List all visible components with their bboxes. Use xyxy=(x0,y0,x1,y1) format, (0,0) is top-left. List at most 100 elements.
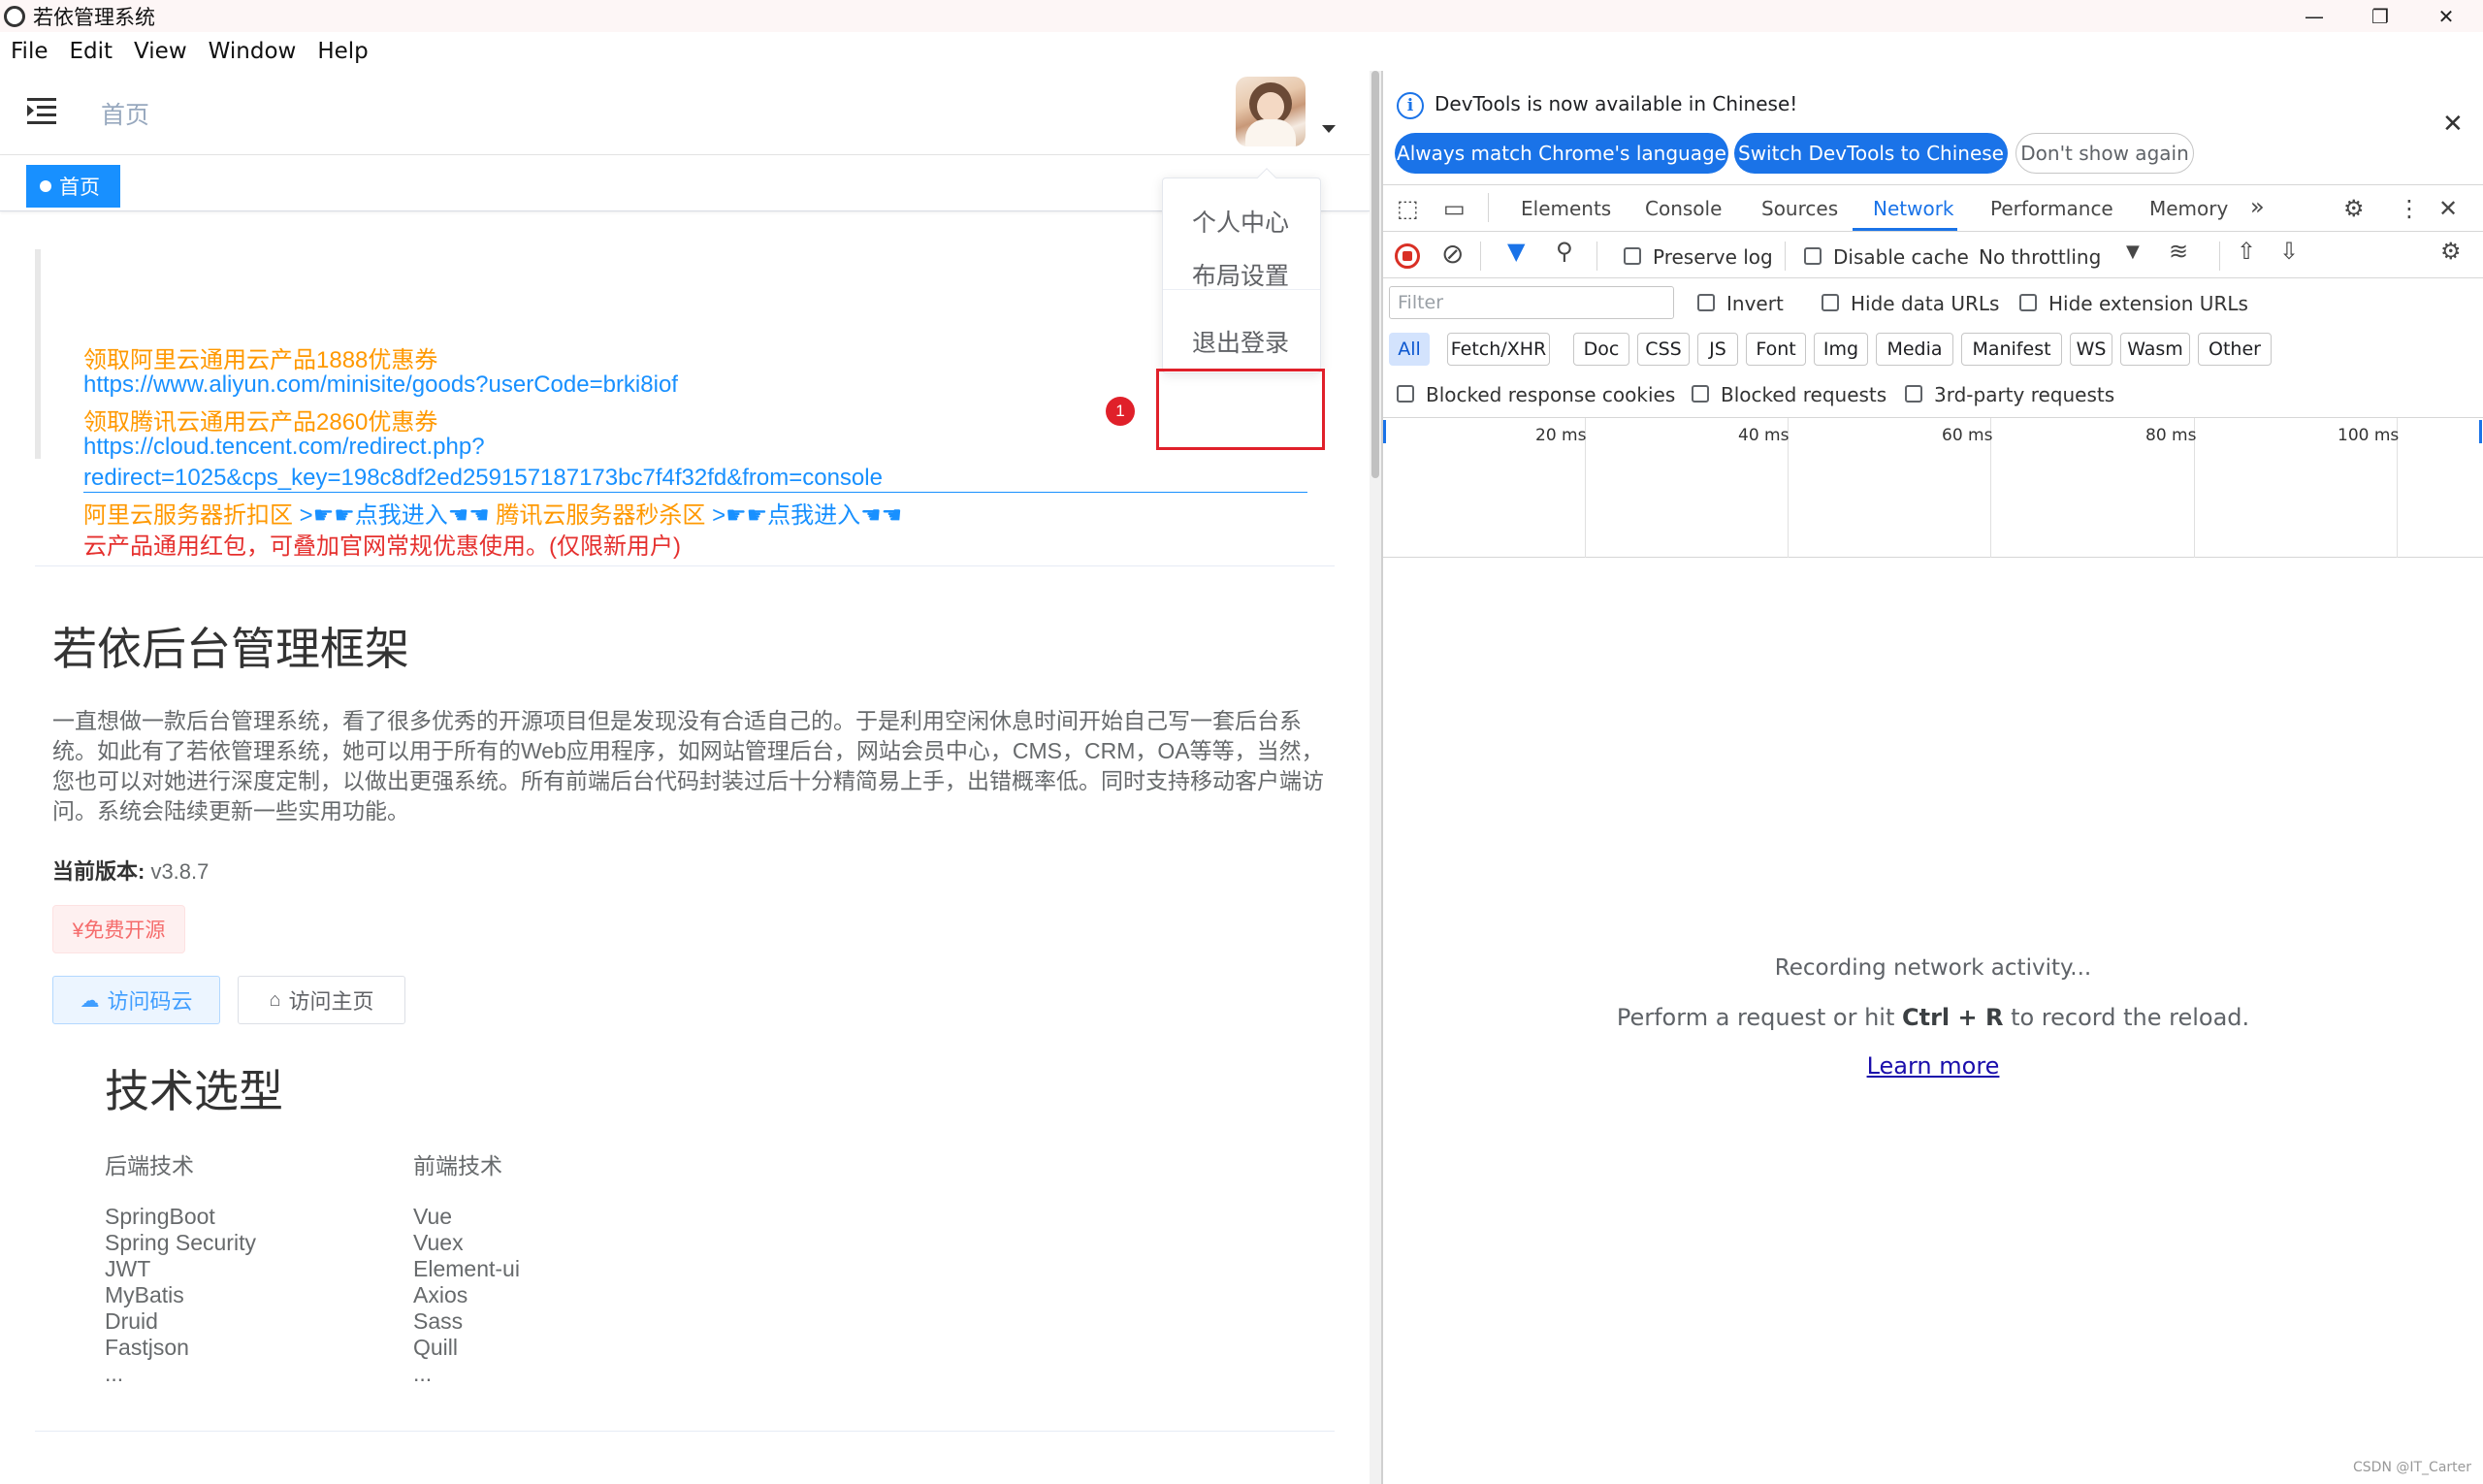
disable-cache-checkbox[interactable] xyxy=(1804,247,1822,265)
infobar-message: DevTools is now available in Chinese! xyxy=(1435,92,1798,115)
logout-highlight-box xyxy=(1156,369,1325,450)
visit-homepage-button[interactable]: ⌂ 访问主页 xyxy=(238,976,405,1024)
devtools-panel: i DevTools is now available in Chinese! … xyxy=(1383,71,2483,1484)
blocked-filter-row: Blocked response cookies Blocked request… xyxy=(1383,371,2483,418)
tab-console[interactable]: Console xyxy=(1645,197,1722,220)
notice-server-row: 阿里云服务器折扣区 >☛☛点我进入☚☚ 腾讯云服务器秒杀区 >☛☛点我进入☚☚ xyxy=(83,496,902,530)
learn-more-link[interactable]: Learn more xyxy=(1383,1052,2483,1080)
filter-row: Filter Invert Hide data URLs Hide extens… xyxy=(1383,278,2483,325)
type-manifest[interactable]: Manifest xyxy=(1961,333,2062,366)
minimize-button[interactable]: — xyxy=(2281,0,2347,32)
notice-aliyun-link[interactable]: https://www.aliyun.com/minisite/goods?us… xyxy=(83,371,678,399)
tag-home[interactable]: 首页 xyxy=(26,165,120,208)
user-dropdown-menu: 个人中心 布局设置 退出登录 xyxy=(1162,168,1321,373)
filter-input[interactable]: Filter xyxy=(1389,286,1674,319)
type-doc[interactable]: Doc xyxy=(1573,333,1629,366)
infobar-close-icon[interactable]: ✕ xyxy=(2442,110,2464,139)
type-css[interactable]: CSS xyxy=(1637,333,1690,366)
breadcrumb[interactable]: 首页 xyxy=(101,96,149,131)
tab-memory[interactable]: Memory xyxy=(2149,197,2228,220)
blocked-cookies-checkbox[interactable] xyxy=(1397,385,1414,403)
sidebar-toggle-icon[interactable] xyxy=(27,98,56,125)
more-tabs-icon[interactable]: » xyxy=(2250,193,2265,220)
tab-elements[interactable]: Elements xyxy=(1521,197,1611,220)
type-js[interactable]: JS xyxy=(1697,333,1738,366)
tick-label: 80 ms xyxy=(2145,426,2197,445)
always-match-language-button[interactable]: Always match Chrome's language xyxy=(1395,133,1728,174)
type-font[interactable]: Font xyxy=(1746,333,1806,366)
type-all[interactable]: All xyxy=(1389,333,1430,366)
network-settings-gear-icon[interactable]: ⚙ xyxy=(2440,238,2462,265)
search-icon[interactable]: ⚲ xyxy=(1556,238,1573,265)
tab-network[interactable]: Network xyxy=(1873,197,1954,220)
list-item: Sass xyxy=(413,1308,464,1334)
hide-extension-urls-checkbox[interactable] xyxy=(2019,294,2037,311)
devtools-tab-bar: ⬚ ▭ Elements Console Sources Network Per… xyxy=(1383,185,2483,232)
tencent-server-link[interactable]: >☛☛点我进入☚☚ xyxy=(712,502,902,529)
notice-tencent-coupon: 领取腾讯云通用云产品2860优惠券 xyxy=(83,409,438,436)
caret-down-icon[interactable] xyxy=(1322,125,1336,133)
network-toolbar: ⊘ ▼ ⚲ Preserve log Disable cache No thro… xyxy=(1383,232,2483,278)
notice-tencent-link-1[interactable]: https://cloud.tencent.com/redirect.php? xyxy=(83,434,485,461)
menu-window[interactable]: Window xyxy=(209,39,297,64)
list-item: ... xyxy=(413,1361,433,1386)
network-overview-timeline[interactable]: 20 ms 40 ms 60 ms 80 ms 100 ms xyxy=(1383,418,2483,558)
app-logo-icon xyxy=(4,5,25,27)
close-devtools-icon[interactable]: ✕ xyxy=(2438,195,2458,222)
tencent-server-label: 腾讯云服务器秒杀区 xyxy=(496,502,706,529)
invert-label: Invert xyxy=(1726,292,1784,315)
menu-item-logout[interactable]: 退出登录 xyxy=(1192,324,1289,359)
type-img[interactable]: Img xyxy=(1814,333,1868,366)
tick-label: 60 ms xyxy=(1942,426,1993,445)
menu-edit[interactable]: Edit xyxy=(70,39,113,64)
inspect-element-icon[interactable]: ⬚ xyxy=(1397,195,1419,222)
more-options-icon[interactable]: ⋮ xyxy=(2398,195,2421,222)
maximize-button[interactable]: ❐ xyxy=(2347,0,2413,32)
menu-help[interactable]: Help xyxy=(317,39,368,64)
export-har-icon[interactable]: ⇩ xyxy=(2279,238,2299,265)
list-item: Quill xyxy=(413,1335,459,1360)
menu-item-layout-settings[interactable]: 布局设置 xyxy=(1192,257,1289,292)
list-item: Vuex xyxy=(413,1230,464,1255)
type-fetch-xhr[interactable]: Fetch/XHR xyxy=(1447,333,1550,366)
tech-stack-title: 技术选型 xyxy=(105,1066,283,1116)
menu-item-profile[interactable]: 个人中心 xyxy=(1192,204,1289,239)
menu-file[interactable]: File xyxy=(11,39,48,64)
page-scrollbar[interactable] xyxy=(1370,71,1381,1484)
type-media[interactable]: Media xyxy=(1876,333,1953,366)
aliyun-server-link[interactable]: >☛☛点我进入☚☚ xyxy=(300,502,490,529)
type-other[interactable]: Other xyxy=(2198,333,2272,366)
device-toolbar-icon[interactable]: ▭ xyxy=(1443,195,1466,222)
type-wasm[interactable]: Wasm xyxy=(2120,333,2190,366)
menu-view[interactable]: View xyxy=(134,39,187,64)
hide-data-urls-checkbox[interactable] xyxy=(1822,294,1839,311)
blocked-requests-checkbox[interactable] xyxy=(1692,385,1709,403)
tab-performance[interactable]: Performance xyxy=(1990,197,2113,220)
notice-tencent-link-2[interactable]: redirect=1025&cps_key=198c8df2ed25915718… xyxy=(83,465,883,492)
close-window-button[interactable]: ✕ xyxy=(2413,0,2479,32)
third-party-checkbox[interactable] xyxy=(1905,385,1922,403)
record-stop-icon[interactable] xyxy=(1395,243,1420,269)
filter-funnel-icon[interactable]: ▼ xyxy=(1507,238,1525,265)
promo-notice: 领取阿里云通用云产品1888优惠券 https://www.aliyun.com… xyxy=(35,249,1335,560)
visit-gitee-button[interactable]: ☁ 访问码云 xyxy=(52,976,220,1024)
type-ws[interactable]: WS xyxy=(2070,333,2112,366)
list-item: SpringBoot xyxy=(105,1204,215,1229)
preserve-log-checkbox[interactable] xyxy=(1624,247,1641,265)
invert-checkbox[interactable] xyxy=(1697,294,1715,311)
tab-sources[interactable]: Sources xyxy=(1761,197,1838,220)
user-avatar[interactable] xyxy=(1236,77,1306,146)
import-har-icon[interactable]: ⇧ xyxy=(2237,238,2256,265)
settings-gear-icon[interactable]: ⚙ xyxy=(2343,195,2365,222)
clear-icon[interactable]: ⊘ xyxy=(1441,238,1464,270)
dont-show-again-button[interactable]: Don't show again xyxy=(2015,133,2194,174)
backend-heading: 后端技术 xyxy=(105,1153,194,1178)
app-menu-bar: File Edit View Window Help xyxy=(0,32,2483,71)
switch-to-chinese-button[interactable]: Switch DevTools to Chinese xyxy=(1734,133,2008,174)
throttling-select[interactable]: No throttling xyxy=(1979,245,2101,269)
window-title-bar: 若依管理系统 — ❐ ✕ xyxy=(0,0,2483,32)
network-conditions-icon[interactable]: ≋ xyxy=(2169,238,2188,265)
tick-label: 40 ms xyxy=(1738,426,1790,445)
top-navbar: 首页 xyxy=(0,71,1370,155)
chevron-down-icon[interactable]: ▼ xyxy=(2126,242,2140,262)
